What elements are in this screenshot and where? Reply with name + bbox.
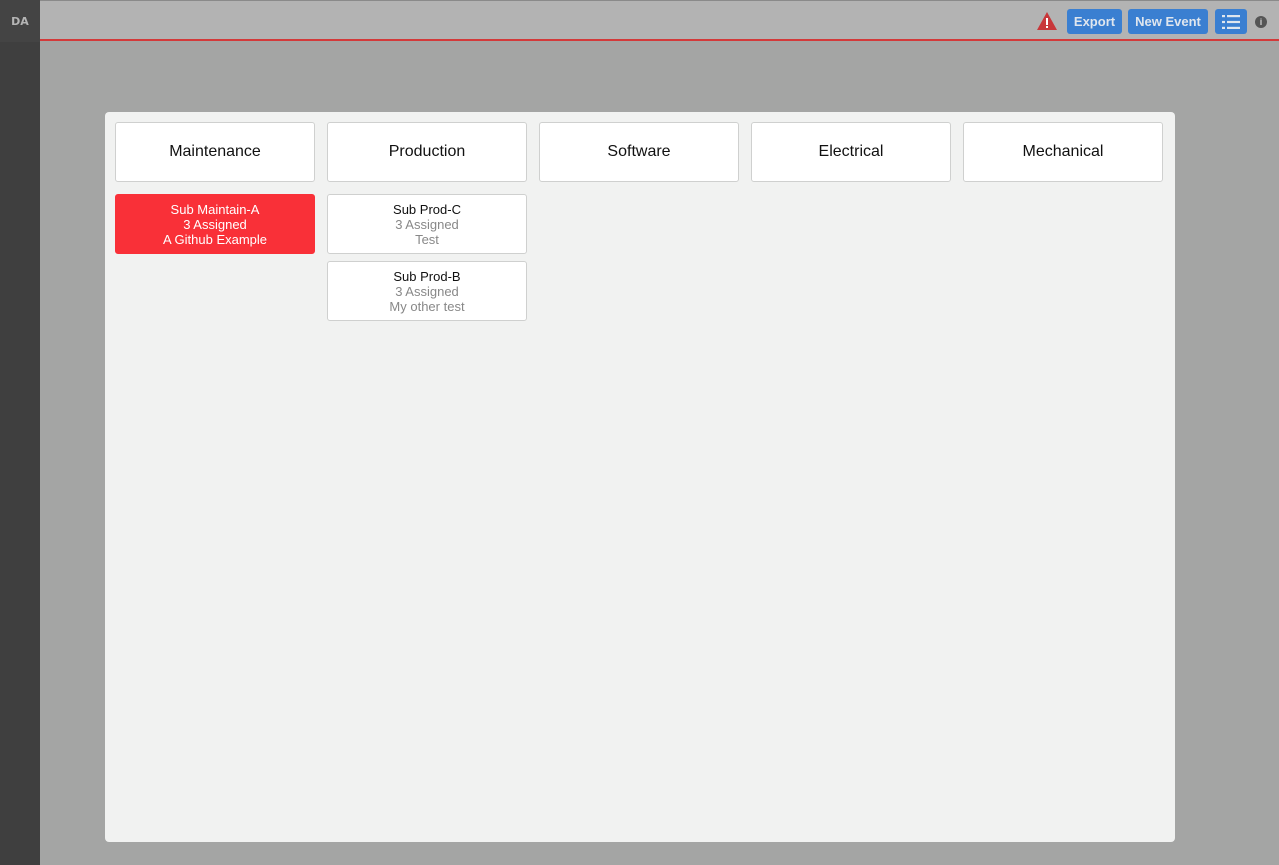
info-icon[interactable]: i — [1255, 16, 1267, 28]
event-card[interactable]: Sub Prod-B 3 Assigned My other test — [327, 261, 527, 321]
column-header-software[interactable]: Software — [539, 122, 739, 182]
card-description: A Github Example — [162, 231, 268, 247]
kanban-board: Maintenance Production Software Electric… — [105, 112, 1175, 842]
column-header-electrical[interactable]: Electrical — [751, 122, 951, 182]
export-button[interactable]: Export — [1067, 9, 1122, 34]
card-description: Test — [415, 231, 439, 247]
new-event-button[interactable]: New Event — [1128, 9, 1208, 34]
column-header-production[interactable]: Production — [327, 122, 527, 182]
event-card[interactable]: Sub Maintain-A 3 Assigned A Github Examp… — [115, 194, 315, 254]
app-logo[interactable]: DA — [0, 0, 40, 42]
warning-icon[interactable] — [1036, 11, 1058, 31]
card-assigned: 3 Assigned — [395, 283, 459, 299]
card-title: Sub Prod-C — [393, 201, 461, 217]
card-assigned: 3 Assigned — [183, 216, 247, 232]
list-view-button[interactable] — [1215, 9, 1247, 34]
sidebar: DA — [0, 0, 40, 865]
card-title: Sub Prod-B — [393, 268, 461, 284]
column-header-maintenance[interactable]: Maintenance — [115, 122, 315, 182]
column-header-mechanical[interactable]: Mechanical — [963, 122, 1163, 182]
list-icon — [1222, 14, 1240, 29]
event-card[interactable]: Sub Prod-C 3 Assigned Test — [327, 194, 527, 254]
card-title: Sub Maintain-A — [170, 201, 260, 217]
card-assigned: 3 Assigned — [395, 216, 459, 232]
top-toolbar: Export New Event i — [40, 0, 1279, 41]
card-description: My other test — [389, 298, 465, 314]
